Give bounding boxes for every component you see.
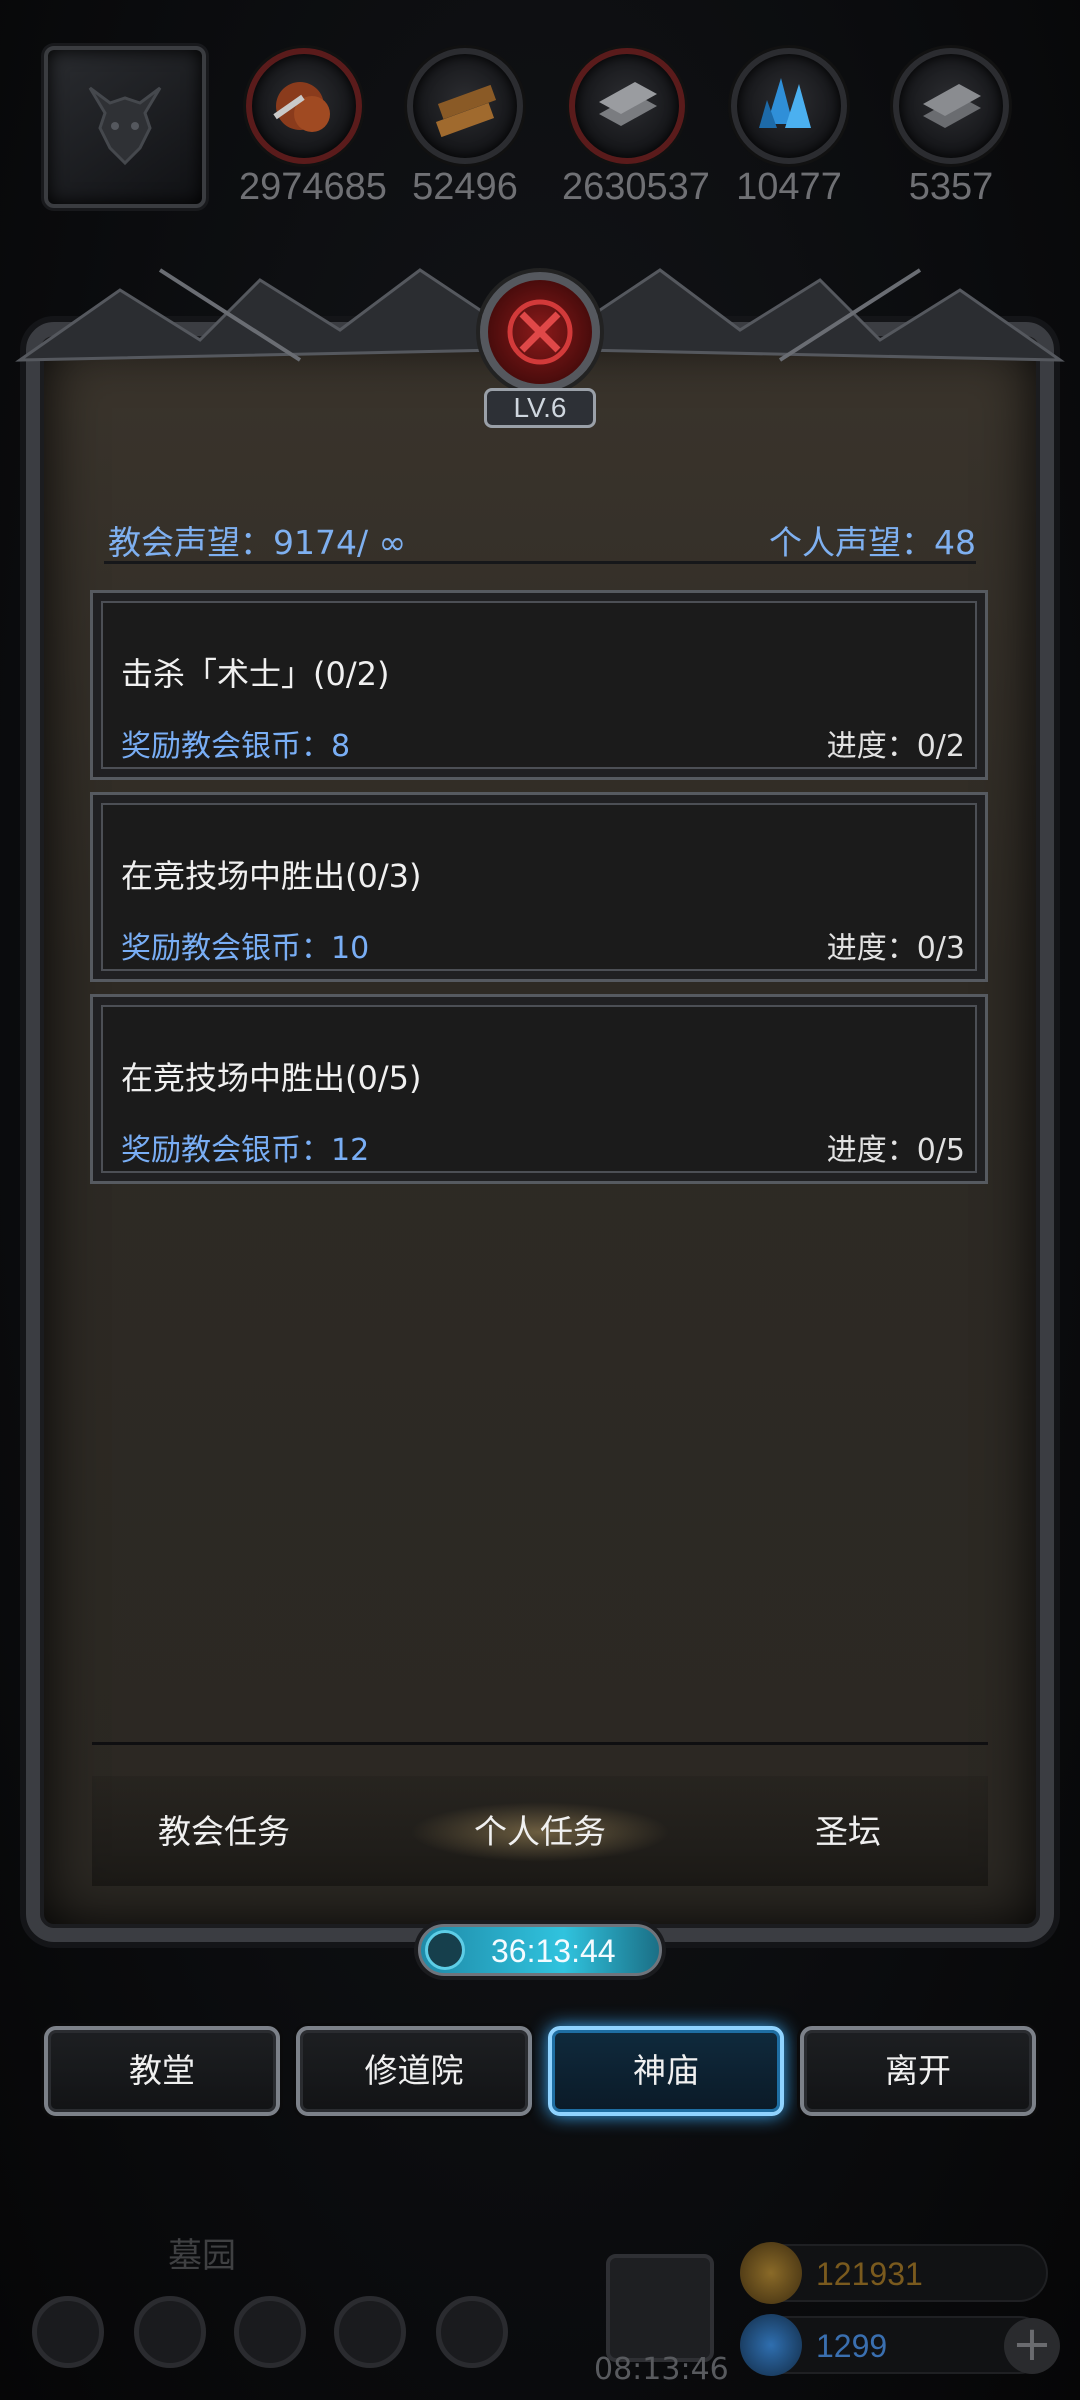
resource-iron[interactable]: 2630537	[562, 48, 710, 209]
quest-tabs: 教会任务 个人任务 圣坛	[92, 1776, 988, 1886]
church-reputation: 教会声望：9174/ ∞	[108, 523, 407, 562]
quest-title: 在竞技场中胜出(0/5)	[121, 1059, 422, 1097]
steel-value: 5357	[908, 166, 994, 208]
temple-button[interactable]: 神庙	[548, 2026, 784, 2116]
resource-meat[interactable]: 2974685	[239, 48, 387, 209]
tab-divider	[92, 1742, 988, 1745]
resource-crystal[interactable]: 10477	[724, 48, 854, 209]
quest-card[interactable]: 在竞技场中胜出(0/3) 奖励教会银币：10 进度：0/3	[90, 792, 988, 982]
wood-value: 52496	[412, 166, 518, 208]
quest-progress: 进度：0/2	[826, 729, 965, 764]
gem-value: 1299	[816, 2328, 888, 2364]
resource-wood[interactable]: 52496	[400, 48, 530, 209]
monastery-button[interactable]: 修道院	[296, 2026, 532, 2116]
tab-church-quests[interactable]: 教会任务	[94, 1802, 354, 1862]
clock-icon	[425, 1930, 465, 1970]
resource-steel[interactable]: 5357	[886, 48, 1016, 209]
church-button[interactable]: 教堂	[44, 2026, 280, 2116]
order-crest-icon	[480, 272, 600, 392]
quest-card[interactable]: 在竞技场中胜出(0/5) 奖励教会银币：12 进度：0/5	[90, 994, 988, 1184]
gem-counter: 1299	[740, 2314, 1048, 2376]
demon-portrait-icon	[88, 86, 162, 166]
iron-icon	[569, 48, 685, 164]
steel-icon	[893, 48, 1009, 164]
crystal-icon	[731, 48, 847, 164]
map-icon[interactable]	[436, 2296, 508, 2368]
crystal-value: 10477	[736, 166, 842, 208]
settings-icon[interactable]	[32, 2296, 104, 2368]
quest-reward: 奖励教会银币：12	[121, 1133, 370, 1168]
reset-timer: 36:13:44	[418, 1924, 662, 1976]
tab-altar[interactable]: 圣坛	[718, 1802, 978, 1862]
gem-icon	[740, 2314, 802, 2376]
quest-title: 击杀「术士」(0/2)	[121, 655, 390, 693]
reputation-row: 教会声望：9174/ ∞ 个人声望：48	[104, 510, 976, 564]
add-currency-button[interactable]: +	[1004, 2318, 1060, 2374]
tab-personal-quests[interactable]: 个人任务	[410, 1802, 670, 1862]
resource-bar: 2974685 52496 2630537 10477 5357	[0, 0, 1080, 220]
location-label: 墓园	[168, 2236, 236, 2276]
meat-value: 2974685	[239, 166, 387, 208]
iron-value: 2630537	[562, 166, 710, 208]
level-badge: LV.6	[484, 388, 596, 428]
quest-reward: 奖励教会银币：8	[121, 729, 351, 764]
gift-icon[interactable]	[606, 2254, 714, 2362]
personal-reputation: 个人声望：48	[769, 523, 976, 562]
leave-button[interactable]: 离开	[800, 2026, 1036, 2116]
gold-counter: 121931	[740, 2242, 1048, 2304]
wood-icon	[407, 48, 523, 164]
quest-title: 在竞技场中胜出(0/3)	[121, 857, 422, 895]
bottom-hud: 墓园 08:13:46 121931 1299 +	[0, 2180, 1080, 2400]
guild-icon[interactable]	[234, 2296, 306, 2368]
gold-value: 121931	[816, 2256, 923, 2292]
meat-icon	[246, 48, 362, 164]
gold-coin-icon	[740, 2242, 802, 2304]
timer-value: 36:13:44	[491, 1933, 616, 1969]
quest-card[interactable]: 击杀「术士」(0/2) 奖励教会银币：8 进度：0/2	[90, 590, 988, 780]
player-avatar[interactable]	[44, 46, 206, 208]
game-clock: 08:13:46	[594, 2352, 729, 2387]
quest-progress: 进度：0/3	[826, 931, 965, 966]
quest-reward: 奖励教会银币：10	[121, 931, 370, 966]
quest-progress: 进度：0/5	[826, 1133, 965, 1168]
mail-icon[interactable]	[334, 2296, 406, 2368]
temple-quest-screen: 2974685 52496 2630537 10477 5357 LV.6 教会…	[0, 0, 1080, 2400]
achievement-icon[interactable]	[134, 2296, 206, 2368]
